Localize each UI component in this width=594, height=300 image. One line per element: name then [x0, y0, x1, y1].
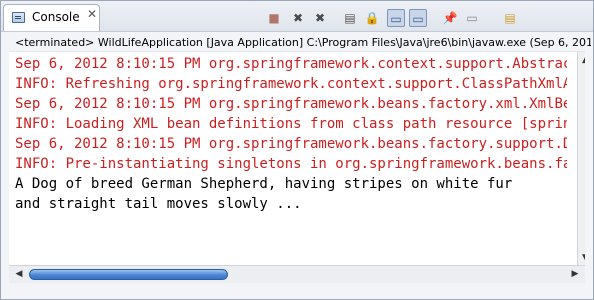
console-icon [12, 12, 25, 23]
console-toolbar: ■ ✖ ✖ ▤ 🔒 ▭ ▭ 📌 ▭ ▤ [263, 9, 593, 29]
tab-label: Console [32, 10, 80, 24]
open-console-icon: ▤ [504, 11, 516, 25]
display-selected-console-icon: ▭ [466, 11, 478, 25]
vertical-scrollbar[interactable]: ▲ ▼ [577, 52, 585, 266]
scroll-right-icon[interactable]: ▶ [567, 266, 583, 283]
scroll-left-icon[interactable]: ◀ [11, 266, 27, 283]
clear-console-button[interactable]: ▤ [341, 9, 359, 27]
console-line: A Dog of breed German Shepherd, having s… [15, 176, 513, 192]
remove-launch-icon: ✖ [292, 11, 304, 25]
console-line: INFO: Loading XML bean definitions from … [15, 116, 567, 132]
scrollbar-thumb[interactable] [29, 269, 228, 280]
console-line: and straight tail moves slowly ... [15, 196, 302, 212]
horizontal-scrollbar[interactable]: ◀ ▶ [9, 265, 585, 283]
pin-console-icon: 📌 [442, 11, 458, 25]
pin-console-button[interactable]: 📌 [441, 9, 459, 27]
console-output[interactable]: and straight tail moves slowly ... A Dog … [9, 51, 585, 266]
remove-all-icon: ✖ [314, 11, 326, 25]
console-line: Sep 6, 2012 8:10:15 PM org.springframewo… [15, 136, 567, 152]
show-on-stdout-icon: ▭ [390, 12, 402, 26]
scroll-down-icon[interactable]: ▼ [578, 250, 585, 266]
remove-launch-button[interactable]: ✖ [289, 9, 307, 27]
tab-console[interactable]: Console ✕ [3, 4, 100, 31]
launch-info: <terminated> WildLifeApplication [Java A… [15, 36, 591, 49]
terminate-button[interactable]: ■ [265, 9, 283, 27]
console-line: Sep 6, 2012 8:10:15 PM org.springframewo… [15, 56, 567, 72]
view-title-bar: Console ✕ ■ ✖ ✖ ▤ 🔒 ▭ ▭ 📌 ▭ ▤ [1, 1, 593, 32]
show-on-stderr-button[interactable]: ▭ [409, 9, 427, 27]
display-selected-console-button[interactable]: ▭ [463, 9, 481, 27]
show-on-stdout-button[interactable]: ▭ [387, 9, 405, 27]
remove-all-button[interactable]: ✖ [311, 9, 329, 27]
console-view: Console ✕ ■ ✖ ✖ ▤ 🔒 ▭ ▭ 📌 ▭ ▤ <terminated> WildLi… [0, 0, 594, 300]
clear-console-icon: ▤ [344, 11, 356, 25]
scroll-up-icon[interactable]: ▲ [578, 52, 585, 68]
open-console-button[interactable]: ▤ [501, 9, 519, 27]
close-icon[interactable]: ✕ [87, 8, 97, 20]
console-line: INFO: Pre-instantiating singletons in or… [15, 156, 567, 172]
scroll-lock-button[interactable]: 🔒 [363, 9, 381, 27]
scroll-lock-icon: 🔒 [364, 11, 380, 25]
show-on-stderr-icon: ▭ [412, 12, 424, 26]
terminate-icon: ■ [268, 11, 280, 25]
console-line: Sep 6, 2012 8:10:15 PM org.springframewo… [15, 96, 567, 112]
console-line: INFO: Refreshing org.springframework.con… [15, 76, 567, 92]
